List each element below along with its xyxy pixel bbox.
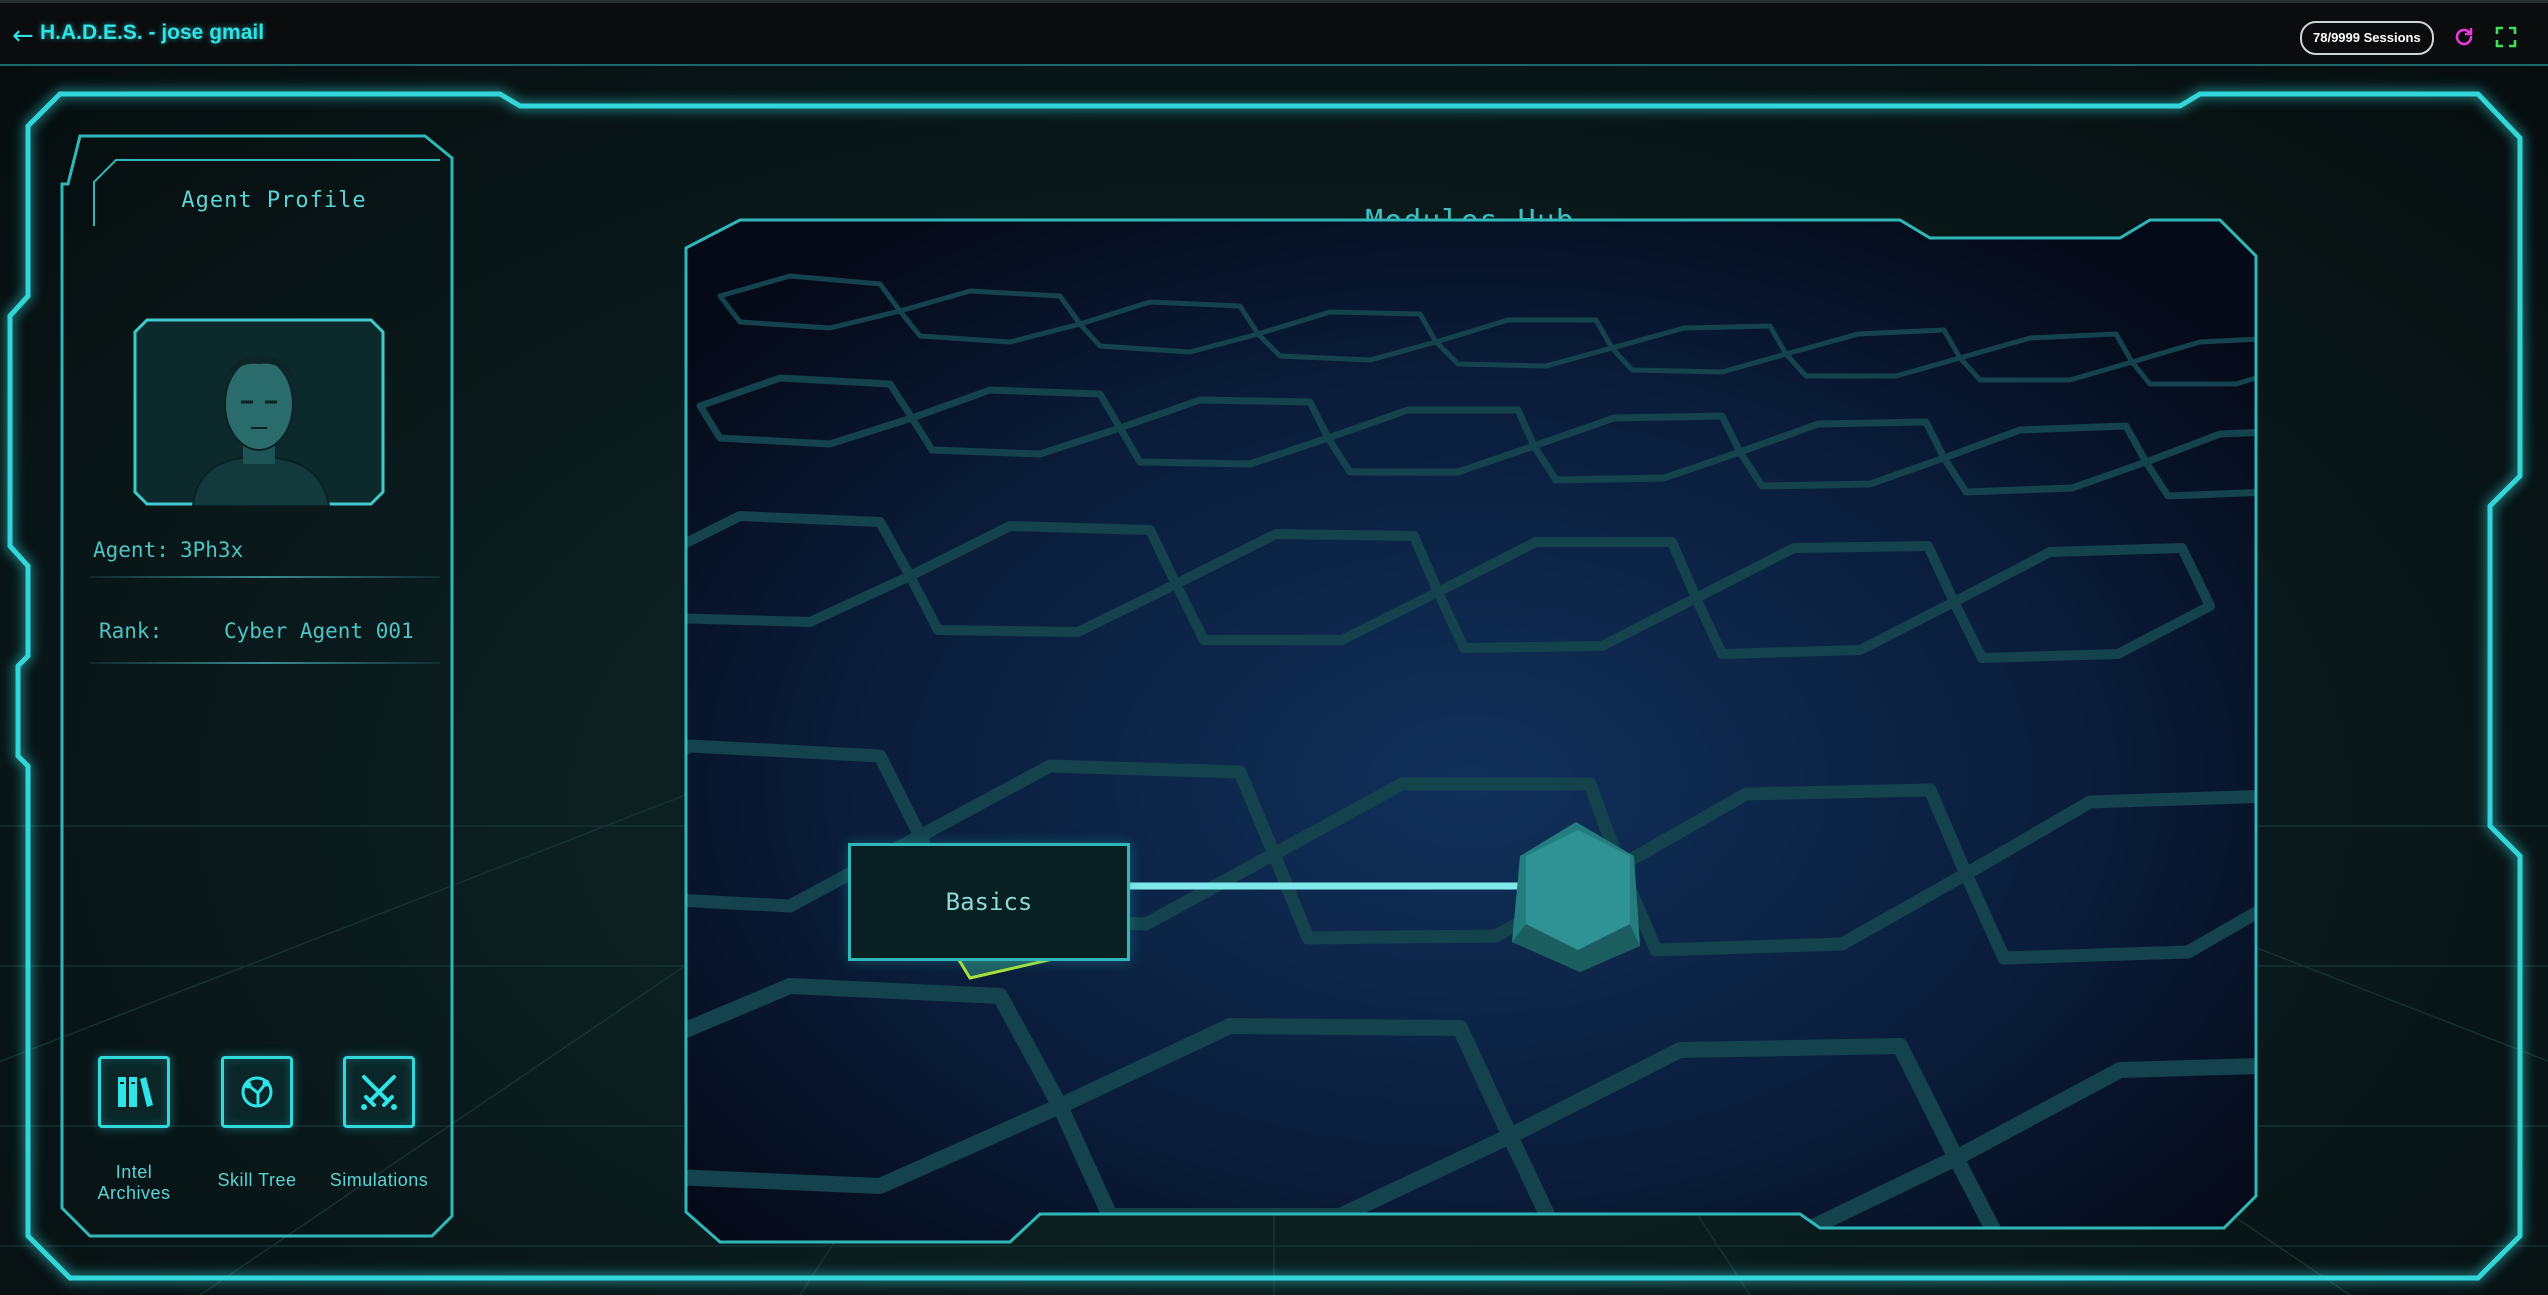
module-map[interactable] xyxy=(0,66,2548,1295)
fullscreen-icon[interactable] xyxy=(2494,25,2518,49)
module-card-basics[interactable]: Basics xyxy=(848,843,1130,961)
sessions-badge: 78/9999 Sessions xyxy=(2300,21,2434,55)
top-bar: ← H.A.D.E.S. - jose gmail 78/9999 Sessio… xyxy=(0,0,2548,66)
module-label: Basics xyxy=(945,888,1033,916)
arrow-left-icon[interactable]: ← xyxy=(12,23,34,49)
game-stage: Agent Profile Agent: 3Ph3x Rank: Cyber A… xyxy=(0,66,2548,1295)
app-title: H.A.D.E.S. - jose gmail xyxy=(40,21,265,44)
refresh-icon[interactable] xyxy=(2452,25,2476,49)
